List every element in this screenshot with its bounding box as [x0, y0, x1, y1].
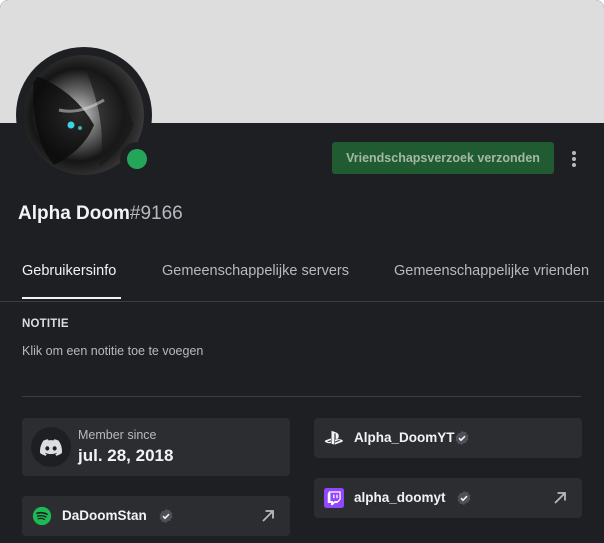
- member-since-date: jul. 28, 2018: [78, 446, 174, 465]
- tab-user-info[interactable]: Gebruikersinfo: [22, 263, 116, 293]
- member-since-card: Member since jul. 28, 2018: [22, 418, 290, 476]
- profile-tabs: Gebruikersinfo Gemeenschappelijke server…: [0, 256, 604, 302]
- online-status-dot: [127, 149, 147, 169]
- display-name: Alpha Doom: [18, 203, 130, 224]
- discord-icon: [40, 438, 62, 456]
- discord-icon-wrap: [31, 427, 71, 467]
- connection-name: Alpha_DoomYT: [354, 430, 455, 445]
- note-heading: NOTITIE: [22, 318, 69, 330]
- username: Alpha Doom#9166: [18, 203, 183, 229]
- active-tab-indicator: [22, 297, 121, 299]
- verified-icon: [159, 508, 173, 524]
- more-vertical-icon: [572, 151, 576, 167]
- verified-icon: [455, 430, 469, 446]
- connection-name: alpha_doomyt: [354, 490, 446, 505]
- user-profile-modal: Vriendschapsverzoek verzonden Alpha Doom…: [0, 0, 604, 543]
- avatar-frame: [16, 47, 154, 183]
- section-divider: [22, 396, 581, 397]
- playstation-icon: [324, 430, 343, 445]
- tab-mutual-servers[interactable]: Gemeenschappelijke servers: [162, 263, 349, 293]
- note-input[interactable]: Klik om een notitie toe te voegen: [22, 344, 203, 358]
- friend-request-label: Vriendschapsverzoek verzonden: [346, 151, 540, 165]
- external-link-icon[interactable]: [552, 490, 568, 506]
- connection-twitch[interactable]: alpha_doomyt: [314, 478, 582, 518]
- discriminator: #9166: [129, 203, 183, 224]
- verified-icon: [457, 490, 471, 506]
- connection-playstation[interactable]: Alpha_DoomYT: [314, 418, 582, 458]
- external-link-icon[interactable]: [260, 508, 276, 524]
- member-since-label: Member since: [78, 428, 157, 442]
- connection-name: DaDoomStan: [62, 508, 147, 523]
- spotify-icon: [32, 506, 52, 526]
- status-indicator: [120, 142, 154, 176]
- tab-mutual-friends[interactable]: Gemeenschappelijke vrienden: [394, 263, 589, 293]
- twitch-icon: [324, 488, 344, 508]
- more-options-button[interactable]: [562, 148, 586, 170]
- tabs-divider: [0, 301, 604, 302]
- connection-spotify[interactable]: DaDoomStan: [22, 496, 290, 536]
- friend-request-sent-button[interactable]: Vriendschapsverzoek verzonden: [332, 142, 554, 174]
